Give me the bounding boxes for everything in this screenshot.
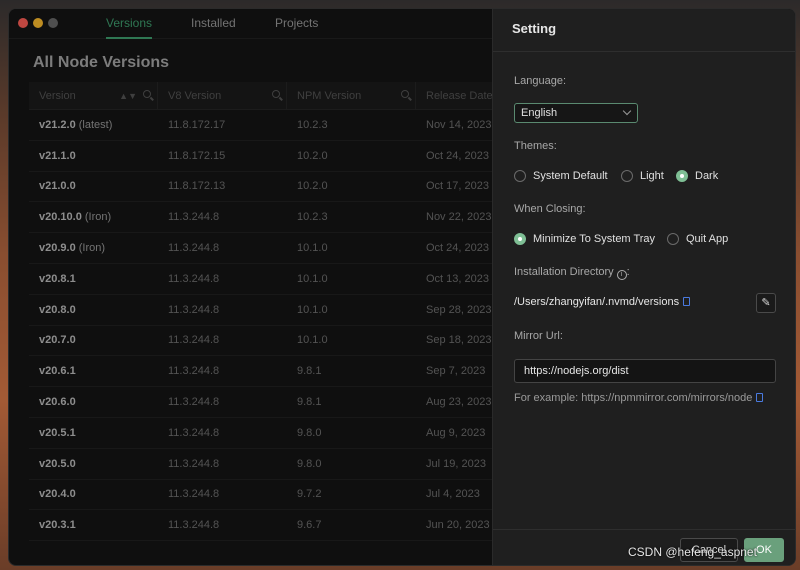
closing-radio-quit[interactable]: Quit App <box>667 233 728 245</box>
language-label: Language: <box>514 75 566 87</box>
themes-label: Themes: <box>514 140 557 152</box>
app-window: Versions Installed Projects All Node Ver… <box>8 8 796 566</box>
install-dir-label: Installation Directory i: <box>514 266 630 280</box>
radio-circle <box>514 233 526 245</box>
setting-drawer: Setting Language: English Themes: System… <box>492 9 795 565</box>
radio-label: System Default <box>533 170 608 182</box>
radio-circle <box>676 170 688 182</box>
radio-label: Minimize To System Tray <box>533 233 656 245</box>
install-dir-path: /Users/zhangyifan/.nvmd/versions <box>514 296 680 308</box>
theme-radio-system-default[interactable]: System Default <box>514 170 608 182</box>
copy-icon[interactable] <box>683 297 691 306</box>
pencil-icon: ✎ <box>761 297 771 309</box>
install-dir-value: /Users/zhangyifan/.nvmd/versions <box>514 296 691 308</box>
closing-label: When Closing: <box>514 203 586 215</box>
radio-circle <box>621 170 633 182</box>
mirror-example: For example: https://npmmirror.com/mirro… <box>514 392 764 404</box>
copy-icon[interactable] <box>756 393 764 402</box>
info-icon[interactable]: i <box>616 270 627 280</box>
modal-backdrop[interactable] <box>9 9 492 565</box>
radio-label: Light <box>640 170 664 182</box>
theme-radio-light[interactable]: Light <box>621 170 664 182</box>
radio-circle <box>514 170 526 182</box>
install-dir-label-text: Installation Directory <box>514 266 614 278</box>
label-colon: : <box>626 266 630 278</box>
closing-radio-minimize[interactable]: Minimize To System Tray <box>514 233 655 245</box>
language-value: English <box>521 107 558 119</box>
watermark: CSDN @hefeng_aspnet <box>628 545 757 559</box>
theme-radio-dark[interactable]: Dark <box>676 170 718 182</box>
mirror-example-text: For example: https://npmmirror.com/mirro… <box>514 392 753 404</box>
chevron-down-icon <box>622 106 632 116</box>
radio-label: Dark <box>695 170 719 182</box>
language-select[interactable]: English <box>514 103 638 123</box>
mirror-url-input[interactable]: https://nodejs.org/dist <box>514 359 776 383</box>
radio-label: Quit App <box>686 233 729 245</box>
edit-directory-button[interactable]: ✎ <box>756 293 776 313</box>
drawer-title: Setting <box>493 9 795 52</box>
radio-circle <box>667 233 679 245</box>
mirror-url-label: Mirror Url: <box>514 330 563 342</box>
